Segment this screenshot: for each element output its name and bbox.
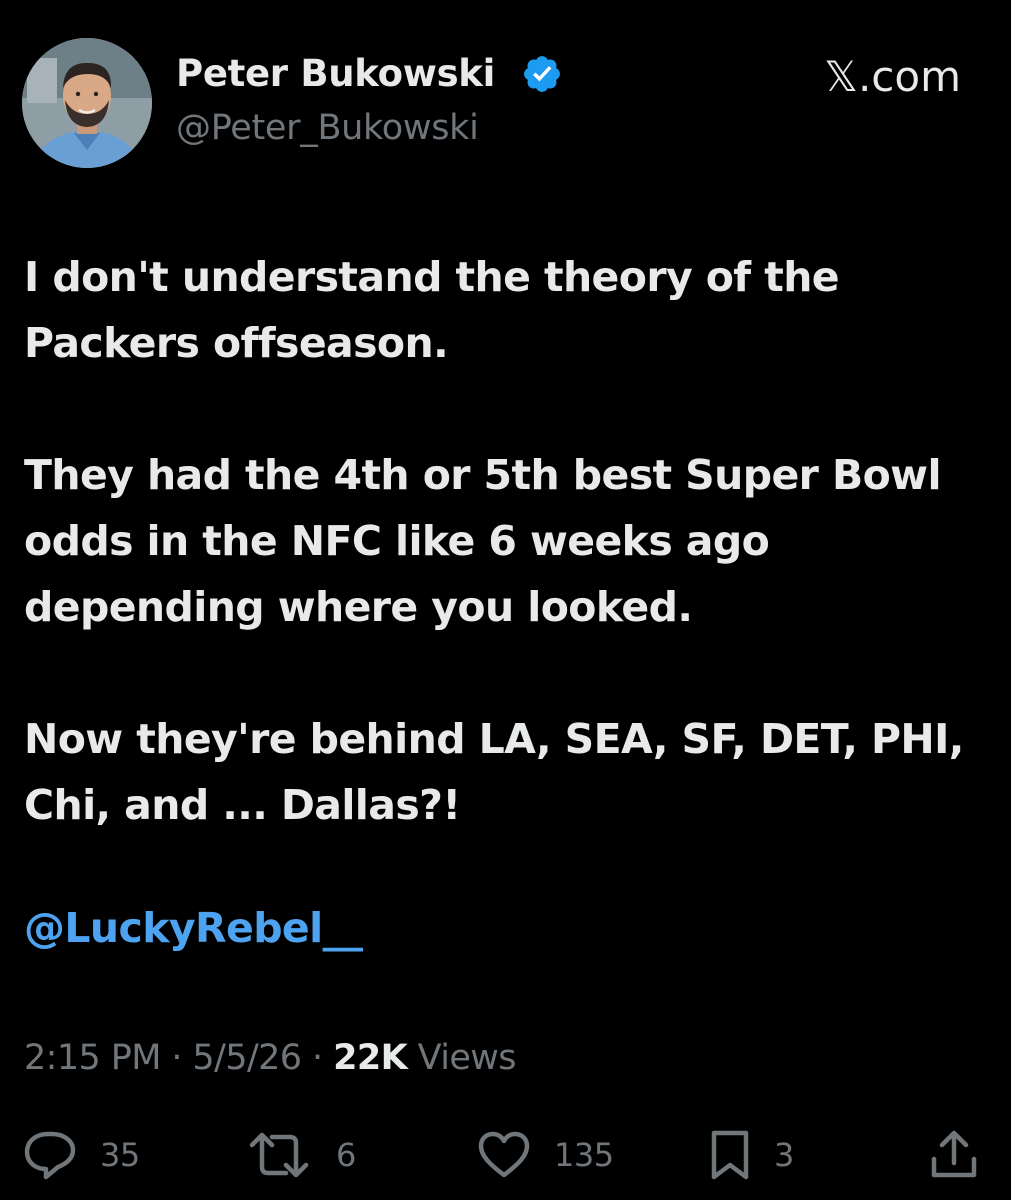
retweet-button[interactable]: 6	[244, 1128, 356, 1182]
post-text: I don't understand the theory of the Pac…	[24, 244, 999, 838]
heart-icon	[478, 1131, 530, 1178]
meta-separator: ·	[312, 1038, 323, 1078]
tweet-card: Peter Bukowski @Peter_Bukowski 𝕏.com I d…	[0, 0, 1011, 1200]
author-avatar[interactable]	[22, 38, 152, 168]
like-button[interactable]: 135	[476, 1128, 614, 1182]
like-count: 135	[554, 1136, 614, 1174]
reply-count: 35	[100, 1136, 140, 1174]
author-display-name[interactable]: Peter Bukowski	[176, 52, 495, 95]
post-meta: 2:15 PM · 5/5/26 · 22K Views	[24, 1038, 517, 1078]
post-paragraph: They had the 4th or 5th best Super Bowl …	[24, 451, 942, 631]
verified-badge-icon	[524, 56, 560, 92]
post-date[interactable]: 5/5/26	[192, 1038, 302, 1078]
post-time[interactable]: 2:15 PM	[24, 1038, 161, 1078]
meta-separator: ·	[171, 1038, 182, 1078]
views-count: 22K	[333, 1038, 408, 1078]
bookmark-icon	[711, 1130, 749, 1180]
post-paragraph: Now they're behind LA, SEA, SF, DET, PHI…	[24, 715, 964, 829]
reply-icon	[24, 1131, 76, 1180]
views-label: Views	[417, 1038, 517, 1078]
bookmark-button[interactable]: 3	[708, 1128, 794, 1182]
share-icon	[931, 1130, 977, 1178]
avatar-image	[22, 38, 152, 168]
retweet-count: 6	[336, 1136, 356, 1174]
brand-label: 𝕏.com	[824, 52, 961, 101]
author-handle[interactable]: @Peter_Bukowski	[176, 108, 479, 148]
retweet-icon	[249, 1132, 309, 1178]
reply-button[interactable]: 35	[22, 1128, 140, 1182]
bookmark-count: 3	[774, 1136, 794, 1174]
post-paragraph: I don't understand the theory of the Pac…	[24, 253, 840, 367]
share-button[interactable]	[928, 1128, 980, 1182]
mention-link[interactable]: @LuckyRebel__	[24, 904, 363, 952]
